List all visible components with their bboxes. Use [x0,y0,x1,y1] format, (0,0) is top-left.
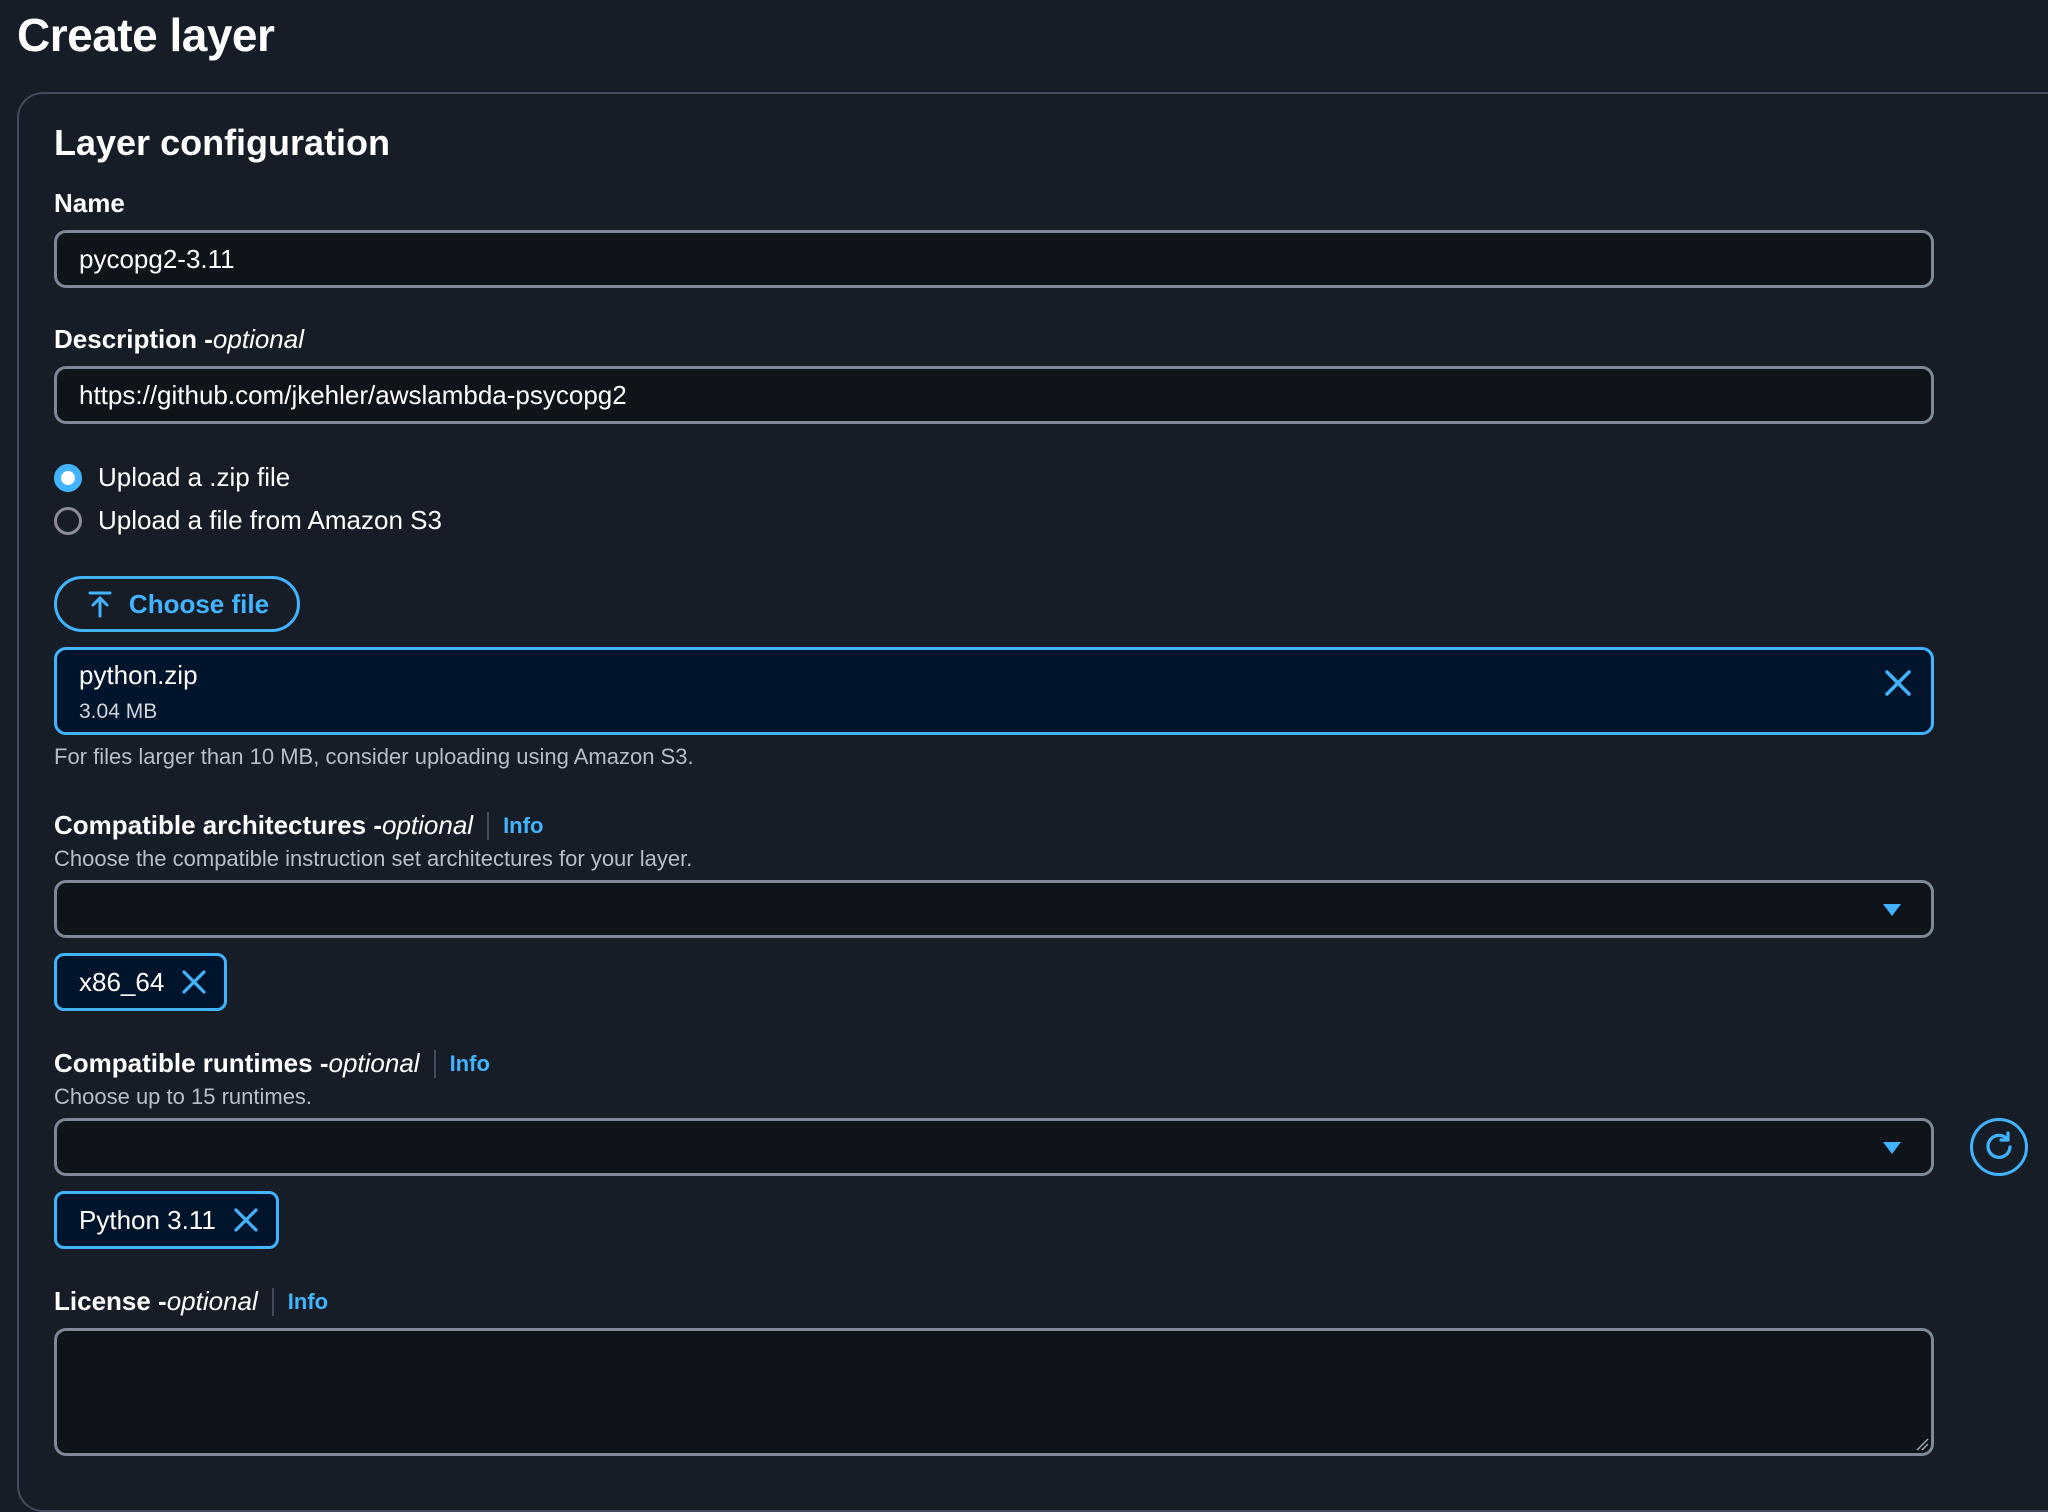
caret-down-icon [1883,1142,1901,1154]
license-optional-text: optional [166,1286,258,1316]
name-label-text: Name [54,188,125,218]
runtimes-info-link[interactable]: Info [450,1051,490,1077]
architectures-label: Compatible architectures - optional Info [54,810,543,841]
runtime-token-label: Python 3.11 [79,1204,216,1235]
license-label-text: License - [54,1286,167,1316]
license-textarea[interactable] [54,1328,1934,1456]
description-input[interactable]: https://github.com/jkehler/awslambda-psy… [54,366,1934,424]
runtimes-select[interactable] [54,1118,1934,1176]
name-input-value: pycopg2-3.11 [79,243,235,274]
page-title: Create layer [17,9,275,61]
runtimes-label-text: Compatible runtimes - [54,1048,329,1078]
caret-down-icon [1883,904,1901,916]
description-optional-text: optional [212,324,304,354]
refresh-icon [1986,1131,2012,1159]
architectures-label-text: Compatible architectures - [54,810,382,840]
architectures-select[interactable] [54,880,1934,938]
close-icon [1885,670,1911,696]
name-input[interactable]: pycopg2-3.11 [54,230,1934,288]
selected-file-card: python.zip 3.04 MB [54,647,1934,735]
architecture-token: x86_64 [54,953,228,1011]
resize-grip-icon[interactable] [1915,1437,1929,1451]
description-input-value: https://github.com/jkehler/awslambda-psy… [79,379,627,410]
file-size-hint: For files larger than 10 MB, consider up… [54,744,694,769]
close-icon [182,970,206,994]
architectures-info-link[interactable]: Info [503,813,543,839]
divider [433,1049,436,1078]
remove-runtime-button[interactable] [232,1206,260,1234]
name-label: Name [54,188,125,219]
description-label-text: Description - [54,324,213,354]
architectures-description: Choose the compatible instruction set ar… [54,846,693,871]
architecture-token-label: x86_64 [79,966,165,997]
upload-icon [88,591,112,618]
radio-unselected-icon[interactable] [54,506,82,535]
remove-architecture-button[interactable] [180,968,208,996]
runtimes-description: Choose up to 15 runtimes. [54,1084,313,1109]
radio-selected-icon[interactable] [54,463,82,492]
file-name: python.zip [79,660,198,690]
description-label: Description - optional [54,324,304,355]
license-label: License - optional Info [54,1286,328,1317]
refresh-runtimes-button[interactable] [1970,1118,2028,1176]
upload-s3-label: Upload a file from Amazon S3 [98,505,442,535]
upload-zip-option[interactable]: Upload a .zip file [54,462,290,493]
runtimes-label: Compatible runtimes - optional Info [54,1048,490,1079]
runtime-token: Python 3.11 [54,1191,279,1249]
license-info-link[interactable]: Info [288,1289,328,1315]
runtimes-optional-text: optional [328,1048,420,1078]
close-icon [234,1208,258,1232]
choose-file-button[interactable]: Choose file [54,576,300,632]
file-size: 3.04 MB [79,700,158,723]
remove-file-button[interactable] [1883,668,1913,703]
upload-zip-label: Upload a .zip file [98,462,291,492]
divider [487,811,490,840]
choose-file-label: Choose file [128,588,270,619]
upload-s3-option[interactable]: Upload a file from Amazon S3 [54,505,442,536]
divider [271,1287,274,1316]
architectures-optional-text: optional [381,810,474,840]
section-title: Layer configuration [54,122,391,163]
